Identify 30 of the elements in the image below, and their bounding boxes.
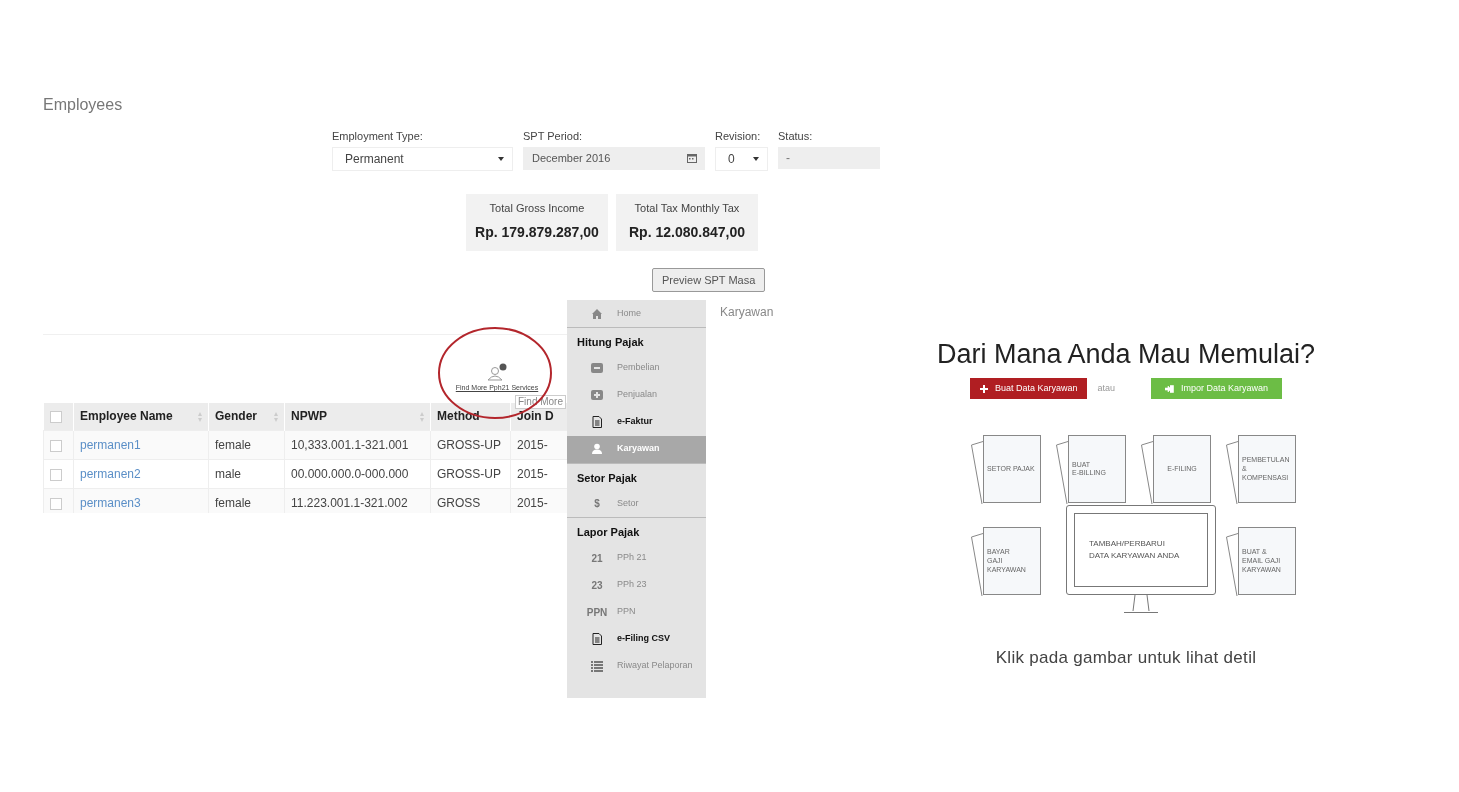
section-heading: Hitung Pajak (576, 335, 645, 350)
menu-icon-label: $ (594, 497, 600, 511)
field-label: Revision: (715, 129, 761, 144)
menu-icon-label: PPN (586, 605, 608, 620)
separator-text: atau (1097, 382, 1115, 396)
hint-text: Klik pada gambar untuk lihat detil (995, 647, 1257, 670)
table-cell: 11.223.001.1-321.002 (284, 488, 431, 513)
table-cell: GROSS-UP (430, 430, 511, 460)
section-heading: Lapor Pajak (576, 525, 641, 540)
table-cell: 2015- (510, 459, 567, 489)
table-cell: 2015- (510, 430, 567, 460)
menu-icon-label: 23 (591, 578, 603, 593)
field-label: Employment Type: (332, 129, 423, 144)
table-cell: GROSS-UP (430, 459, 511, 489)
table-cell: 10,333.001.1-321.001 (284, 430, 431, 460)
heading: Dari Mana Anda Mau Memulai? (936, 338, 1316, 371)
total-value: Rp. 12.080.847,00 (629, 222, 745, 242)
total-value: Rp. 179.879.287,00 (475, 222, 599, 242)
total-label: Total Tax Monthly Tax (634, 200, 740, 216)
status-field: - (778, 146, 880, 169)
field-label: SPT Period: (523, 129, 583, 144)
menu-icon-label: 21 (591, 551, 603, 566)
page-title: Karyawan (720, 304, 774, 321)
field-label: Status: (778, 129, 813, 144)
table-cell: male (208, 459, 285, 489)
section-heading: Setor Pajak (576, 470, 638, 486)
total-label: Total Gross Income (489, 200, 585, 216)
table-cell: 00.000.000.0-000.000 (284, 459, 431, 489)
table-cell: female (208, 430, 285, 460)
page-title: Employees (43, 95, 124, 115)
